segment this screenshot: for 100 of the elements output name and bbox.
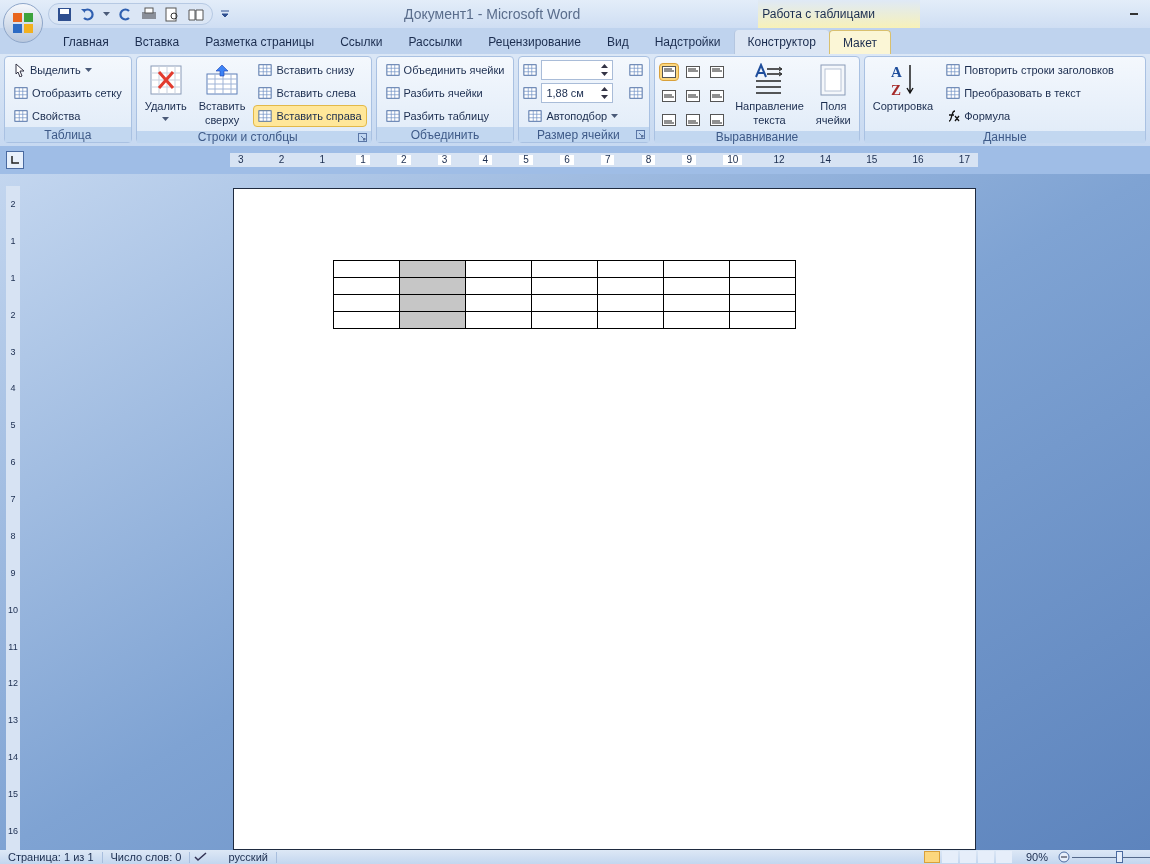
- proofing-icon[interactable]: [194, 852, 209, 862]
- ruler-number: 12: [8, 679, 18, 689]
- table-icon: [946, 86, 961, 100]
- table-cell[interactable]: [663, 260, 730, 278]
- table-icon: [385, 109, 400, 123]
- zoom-slider[interactable]: [1072, 851, 1150, 863]
- ribbon-tab[interactable]: Макет: [828, 30, 891, 54]
- button-label: Сортировка: [872, 99, 934, 113]
- ribbon-large-button[interactable]: Поля ячейки: [811, 59, 855, 131]
- ribbon-tab[interactable]: Ссылки: [327, 30, 396, 54]
- ribbon-button[interactable]: Повторить строки заголовков: [941, 59, 1119, 81]
- dialog-launcher-icon[interactable]: [636, 130, 646, 139]
- ribbon-button[interactable]: Отобразить сетку: [9, 82, 127, 104]
- ribbon-button[interactable]: Вставить справа: [253, 105, 367, 127]
- print-icon[interactable]: [141, 6, 157, 22]
- caret-icon: [84, 68, 92, 72]
- ruler-number: 16: [911, 155, 925, 165]
- ruler-number: 5: [10, 421, 16, 431]
- ribbon-button[interactable]: Разбить таблицу: [380, 105, 510, 127]
- table-cell[interactable]: [597, 260, 664, 278]
- ribbon-large-button[interactable]: Удалить: [140, 59, 191, 131]
- ruler-number: 15: [865, 155, 879, 165]
- zoom-out-icon[interactable]: [1058, 851, 1070, 863]
- ruler-number: 5: [519, 155, 533, 165]
- table-cell[interactable]: [399, 260, 466, 278]
- ribbon-tab[interactable]: Вставка: [121, 30, 193, 54]
- align-icon: [686, 66, 701, 78]
- table-cell[interactable]: [531, 260, 598, 278]
- table-icon: [258, 63, 273, 77]
- align-button[interactable]: [659, 63, 680, 81]
- table-delete-icon: [148, 64, 183, 96]
- ruler-number: 2: [397, 155, 411, 165]
- ribbon-tab[interactable]: Конструктор: [733, 30, 829, 54]
- window-title: Документ1 - Microsoft Word: [404, 4, 581, 24]
- ribbon-tab[interactable]: Главная: [50, 30, 122, 54]
- table-cell[interactable]: [465, 260, 532, 278]
- status-text[interactable]: Страница: 1 из 1: [0, 851, 103, 863]
- undo-icon[interactable]: [80, 6, 95, 22]
- table-icon: [258, 86, 273, 100]
- tab-selector-button[interactable]: [6, 151, 24, 169]
- ruler-number: 17: [957, 155, 971, 165]
- ribbon-tab[interactable]: Надстройки: [641, 30, 734, 54]
- group-label: Объединить: [410, 128, 480, 141]
- ribbon-tab[interactable]: Рецензирование: [475, 30, 594, 54]
- group-label: Строки и столбцы: [197, 131, 298, 143]
- ribbon-button[interactable]: Автоподбор: [523, 105, 624, 127]
- ruler-number: 3: [10, 347, 16, 357]
- table-cell[interactable]: [333, 260, 400, 278]
- ribbon-tab[interactable]: Разметка страницы: [192, 30, 328, 54]
- table-icon: [385, 63, 400, 77]
- ribbon-button[interactable]: Свойства: [9, 105, 127, 127]
- dialog-launcher-icon[interactable]: [357, 132, 367, 142]
- size-spinner-field[interactable]: [541, 60, 614, 80]
- ribbon-large-button[interactable]: Направление текста: [731, 59, 808, 131]
- button-label: Вставить: [198, 99, 246, 113]
- ruler-number: 11: [8, 642, 18, 652]
- group-label: Данные: [983, 131, 1027, 143]
- save-icon[interactable]: [57, 6, 72, 22]
- ruler-number: 12: [772, 155, 786, 165]
- customize-menu-icon[interactable]: [221, 10, 229, 18]
- ribbon-button[interactable]: Вставить снизу: [253, 59, 367, 81]
- ribbon-button[interactable]: Разбить ячейки: [380, 82, 510, 104]
- spin-arrows-icon: [601, 86, 609, 100]
- group-label: Выравнивание: [715, 131, 799, 143]
- book-icon[interactable]: [188, 6, 204, 22]
- redo-icon[interactable]: [118, 6, 133, 22]
- ribbon-button[interactable]: Объединить ячейки: [380, 59, 510, 81]
- horizontal-ruler[interactable]: 3 2 1 1 2 3 4 5 6 7 8 9 10 12 14 15 16 17: [230, 153, 978, 167]
- align-icon: [686, 114, 701, 126]
- size-spinner-field[interactable]: 1,88 см: [541, 83, 614, 103]
- ribbon-tab[interactable]: Вид: [593, 30, 642, 54]
- ruler-number: 6: [10, 458, 16, 468]
- left-tab-icon: [11, 156, 19, 164]
- ruler-number: 2: [10, 310, 16, 320]
- button-label: Направление: [735, 99, 804, 113]
- vertical-ruler[interactable]: 2 1 1 2 3 4 5 6 7 8 9 10 11 12 13 14 15 16: [6, 186, 20, 850]
- ribbon-button[interactable]: Преобразовать в текст: [941, 82, 1119, 104]
- ribbon-large-button[interactable]: A Z Сортировка: [868, 59, 938, 131]
- align-icon: [710, 66, 725, 78]
- ruler-number: 10: [723, 155, 743, 165]
- zoom-slider-thumb[interactable]: [1116, 851, 1123, 863]
- office-button[interactable]: [3, 3, 43, 43]
- ribbon-tab[interactable]: Рассылки: [395, 30, 476, 54]
- table-icon: [14, 86, 28, 100]
- ruler-number: 8: [641, 155, 656, 165]
- ruler-number: 10: [8, 605, 18, 615]
- ribbon-button[interactable]: Формула: [941, 105, 1119, 127]
- table-cell[interactable]: [729, 260, 796, 278]
- ribbon-large-button[interactable]: Вставить сверху: [194, 59, 250, 131]
- ruler-number: 16: [8, 826, 18, 836]
- ruler-number: 1: [356, 155, 370, 165]
- ribbon-button[interactable]: Вставить слева: [253, 82, 367, 104]
- align-icon: [686, 90, 701, 102]
- status-text[interactable]: Число слов: 0: [102, 851, 191, 863]
- zoom-percent[interactable]: 90%: [1025, 851, 1048, 863]
- print-preview-icon[interactable]: [165, 6, 180, 22]
- ribbon-button[interactable]: Выделить: [9, 59, 127, 81]
- ruler-number: 9: [10, 568, 16, 578]
- status-text[interactable]: русский: [220, 851, 277, 863]
- ruler-number: 14: [8, 753, 18, 763]
